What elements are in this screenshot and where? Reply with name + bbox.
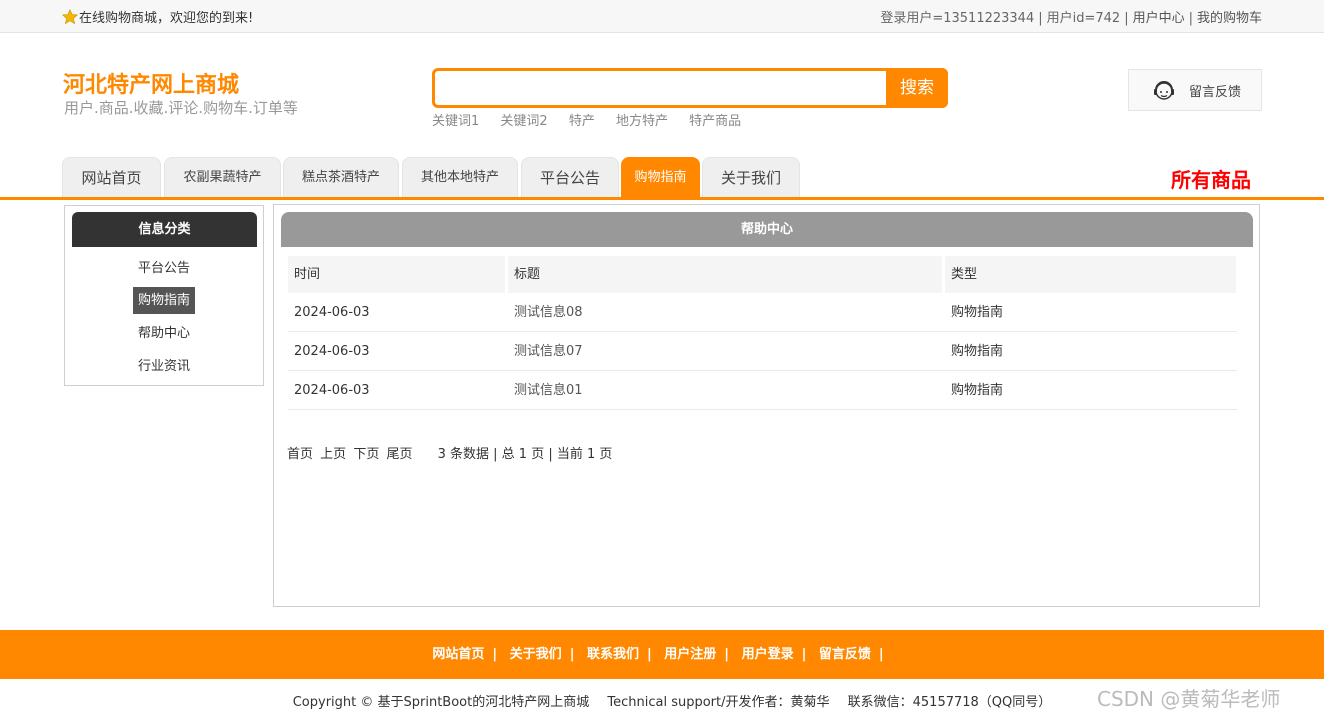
cell-date: 2024-06-03 <box>294 305 370 320</box>
star-icon <box>62 8 78 24</box>
search-bar: 搜索 <box>432 68 948 108</box>
info-table: 时间 标题 类型 2024-06-03 测试信息08 购物指南 2024-06-… <box>288 256 1237 410</box>
top-bar: 在线购物商城，欢迎您的到来! 登录用户=13511223344 | 用户id=742… <box>0 0 1324 33</box>
cell-date: 2024-06-03 <box>294 344 370 359</box>
cell-type: 购物指南 <box>951 344 1004 359</box>
info-category-sidebar: 信息分类 平台公告 购物指南 帮助中心 行业资讯 <box>64 205 264 386</box>
tab-pastry-tea-wine[interactable]: 糕点茶酒特产 <box>283 157 399 197</box>
welcome-text: 在线购物商城，欢迎您的到来! <box>79 11 254 26</box>
welcome-message: 在线购物商城，欢迎您的到来! <box>62 7 253 26</box>
tab-produce[interactable]: 农副果蔬特产 <box>164 157 281 197</box>
cell-type: 购物指南 <box>951 383 1004 398</box>
keyword-link[interactable]: 地方特产 <box>616 114 668 129</box>
cell-type: 购物指南 <box>951 305 1004 320</box>
site-title[interactable]: 河北特产网上商城 <box>63 67 239 99</box>
contact-text: 联系微信：45157718（QQ同号） <box>847 695 1052 710</box>
login-user-text: 登录用户=13511223344 <box>880 11 1035 26</box>
keyword-link[interactable]: 特产 <box>569 114 595 129</box>
sidebar-item-label: 行业资讯 <box>137 359 190 374</box>
feedback-button[interactable]: 留言反馈 <box>1128 69 1262 111</box>
footer-links: 网站首页 | 关于我们 | 联系我们 | 用户注册 | 用户登录 | 留言反馈 | <box>0 630 1324 679</box>
keyword-link[interactable]: 关键词1 <box>432 114 479 129</box>
footer-link-feedback[interactable]: 留言反馈 <box>819 647 871 662</box>
csdn-watermark: CSDN @黄菊华老师 <box>1097 687 1281 711</box>
keyword-link[interactable]: 特产商品 <box>689 114 741 129</box>
keyword-link[interactable]: 关键词2 <box>500 114 547 129</box>
user-center-link[interactable]: 用户中心 <box>1133 11 1185 26</box>
sidebar-item-shopping-guide[interactable]: 购物指南 <box>65 287 263 314</box>
pager-stats: 3 条数据 | 总 1 页 | 当前 1 页 <box>437 447 613 462</box>
panel-title: 帮助中心 <box>281 212 1253 247</box>
pager-first-link[interactable]: 首页 <box>287 447 313 462</box>
footer-link-home[interactable]: 网站首页 <box>432 647 484 662</box>
table-header: 时间 标题 类型 <box>288 256 1237 293</box>
search-button[interactable]: 搜索 <box>886 68 948 108</box>
user-links: 登录用户=13511223344 | 用户id=742 | 用户中心 | 我的购物车 <box>880 11 1262 26</box>
sidebar-item-industry-news[interactable]: 行业资讯 <box>65 355 263 374</box>
cell-title-link[interactable]: 测试信息08 <box>508 293 583 332</box>
customer-service-icon <box>1154 81 1174 100</box>
sidebar-item-help-center[interactable]: 帮助中心 <box>65 322 263 341</box>
sidebar-item-label: 帮助中心 <box>137 326 190 341</box>
cell-date: 2024-06-03 <box>294 383 370 398</box>
table-row[interactable]: 2024-06-03 测试信息01 购物指南 <box>288 371 1237 410</box>
sidebar-title: 信息分类 <box>72 212 257 247</box>
column-header-type: 类型 <box>945 256 1236 293</box>
tab-about-us[interactable]: 关于我们 <box>702 157 800 197</box>
sidebar-item-label: 购物指南 <box>132 287 195 314</box>
copyright-text: Copyright © 基于SprintBoot的河北特产网上商城 <box>292 695 590 710</box>
pagination: 首页 上页 下页 尾页 3 条数据 | 总 1 页 | 当前 1 页 <box>287 443 612 462</box>
site-subtitle: 用户.商品.收藏.评论.购物车.订单等 <box>64 99 298 117</box>
all-goods-link[interactable]: 所有商品 <box>1171 164 1251 193</box>
search-keywords: 关键词1 关键词2 特产 地方特产 特产商品 <box>432 110 758 129</box>
table-row[interactable]: 2024-06-03 测试信息07 购物指南 <box>288 332 1237 371</box>
feedback-label: 留言反馈 <box>1189 85 1242 100</box>
tab-announcements[interactable]: 平台公告 <box>521 157 619 197</box>
sidebar-item-announcements[interactable]: 平台公告 <box>65 257 263 276</box>
pager-next-link[interactable]: 下页 <box>353 447 379 462</box>
footer-link-register[interactable]: 用户注册 <box>664 647 716 662</box>
help-center-panel: 帮助中心 时间 标题 类型 2024-06-03 测试信息08 购物指南 202… <box>273 204 1260 607</box>
tab-home[interactable]: 网站首页 <box>62 157 161 197</box>
column-header-time: 时间 <box>288 256 505 293</box>
user-id-text: 用户id=742 <box>1046 11 1121 26</box>
footer-link-login[interactable]: 用户登录 <box>742 647 794 662</box>
support-text: Technical support/开发作者：黄菊华 <box>607 695 830 710</box>
footer-link-contact[interactable]: 联系我们 <box>587 647 639 662</box>
my-cart-link[interactable]: 我的购物车 <box>1197 11 1262 26</box>
cell-title-link[interactable]: 测试信息07 <box>508 332 583 371</box>
tab-shopping-guide[interactable]: 购物指南 <box>621 157 700 197</box>
pager-prev-link[interactable]: 上页 <box>320 447 346 462</box>
table-row[interactable]: 2024-06-03 测试信息08 购物指南 <box>288 293 1237 332</box>
sidebar-item-label: 平台公告 <box>137 261 190 276</box>
column-header-title: 标题 <box>508 256 942 293</box>
tab-other-local[interactable]: 其他本地特产 <box>402 157 518 197</box>
cell-title-link[interactable]: 测试信息01 <box>508 371 583 410</box>
pager-last-link[interactable]: 尾页 <box>386 447 412 462</box>
footer-link-about[interactable]: 关于我们 <box>510 647 562 662</box>
main-nav: 网站首页 农副果蔬特产 糕点茶酒特产 其他本地特产 平台公告 购物指南 关于我们 <box>0 156 1324 200</box>
search-input[interactable] <box>435 71 887 105</box>
